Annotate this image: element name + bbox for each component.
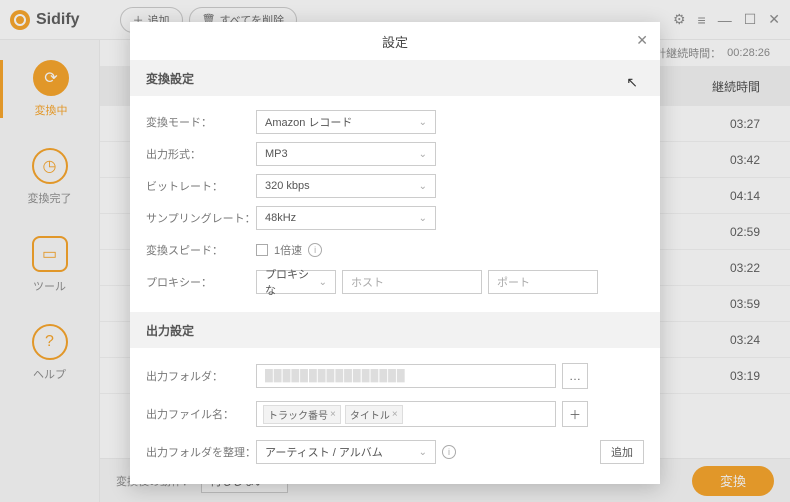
output-folder-input[interactable]: ████████████████ — [256, 364, 556, 388]
mode-select[interactable]: Amazon レコード⌄ — [256, 110, 436, 134]
tag-remove-icon[interactable]: × — [330, 409, 336, 420]
convert-settings-header: 変換設定 — [130, 60, 660, 96]
proxy-select[interactable]: プロキシな⌄ — [256, 270, 336, 294]
speed-checkbox[interactable] — [256, 244, 268, 256]
settings-modal: 設定 ✕ ↖ 変換設定 変換モード： Amazon レコード⌄ 出力形式： MP… — [130, 22, 660, 484]
info-icon[interactable]: i — [308, 243, 322, 257]
organize-select[interactable]: アーティスト / アルバム⌄ — [256, 440, 436, 464]
sample-label: サンプリングレート： — [146, 210, 256, 226]
chevron-down-icon: ⌄ — [419, 213, 427, 224]
chevron-down-icon: ⌄ — [419, 447, 427, 458]
modal-title: 設定 — [382, 32, 408, 51]
add-button-modal[interactable]: 追加 — [600, 440, 644, 464]
outfolder-label: 出力フォルダ： — [146, 368, 256, 384]
outfilename-label: 出力ファイル名： — [146, 406, 256, 422]
tag-remove-icon[interactable]: × — [392, 409, 398, 420]
add-tag-button[interactable]: ＋ — [562, 401, 588, 427]
browse-button[interactable]: … — [562, 363, 588, 389]
proxy-label: プロキシー： — [146, 274, 256, 290]
info-icon[interactable]: i — [442, 445, 456, 459]
sample-select[interactable]: 48kHz⌄ — [256, 206, 436, 230]
mode-label: 変換モード： — [146, 114, 256, 130]
format-label: 出力形式： — [146, 146, 256, 162]
proxy-port-input[interactable]: ポート — [488, 270, 598, 294]
chevron-down-icon: ⌄ — [319, 277, 327, 288]
bitrate-label: ビットレート： — [146, 178, 256, 194]
chevron-down-icon: ⌄ — [419, 117, 427, 128]
proxy-host-input[interactable]: ホスト — [342, 270, 482, 294]
modal-overlay: 設定 ✕ ↖ 変換設定 変換モード： Amazon レコード⌄ 出力形式： MP… — [0, 0, 790, 502]
chevron-down-icon: ⌄ — [419, 149, 427, 160]
organize-label: 出力フォルダを整理： — [146, 444, 256, 460]
tag-track-number: トラック番号× — [263, 405, 341, 424]
output-settings-header: 出力設定 — [130, 312, 660, 348]
bitrate-select[interactable]: 320 kbps⌄ — [256, 174, 436, 198]
speed-text: 1倍速 — [274, 242, 302, 258]
chevron-down-icon: ⌄ — [419, 181, 427, 192]
speed-label: 変換スピード： — [146, 242, 256, 258]
format-select[interactable]: MP3⌄ — [256, 142, 436, 166]
modal-close-icon[interactable]: ✕ — [636, 32, 648, 49]
filename-tags[interactable]: トラック番号× タイトル× — [256, 401, 556, 427]
tag-title: タイトル× — [345, 405, 403, 424]
